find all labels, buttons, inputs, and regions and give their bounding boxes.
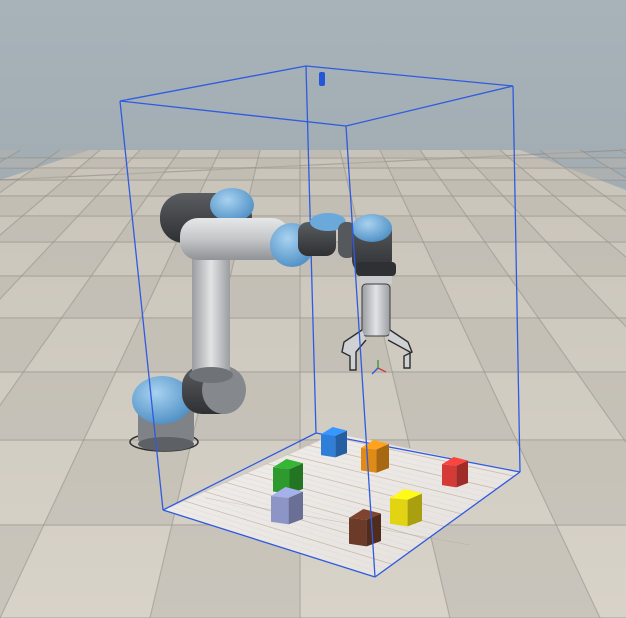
upper-arm-link bbox=[192, 250, 230, 375]
floor-tile bbox=[205, 168, 256, 180]
camera-marker-icon bbox=[319, 72, 325, 86]
floor-tile bbox=[216, 150, 260, 158]
floor-tile bbox=[300, 168, 348, 180]
floor-tile bbox=[132, 150, 180, 158]
floor-tile bbox=[380, 150, 426, 158]
wrist-joint-cap bbox=[352, 214, 392, 242]
floor-tile bbox=[220, 276, 300, 318]
floor-tile bbox=[388, 168, 442, 180]
simulation-viewport[interactable] bbox=[0, 0, 626, 618]
floor-tile bbox=[167, 158, 217, 168]
floor-tile bbox=[300, 150, 342, 158]
floor-tile bbox=[255, 158, 300, 168]
floor-tile bbox=[249, 180, 300, 196]
floor-tile bbox=[347, 180, 402, 196]
elbow-joint-cap bbox=[210, 188, 254, 222]
floor-tile bbox=[300, 196, 356, 216]
